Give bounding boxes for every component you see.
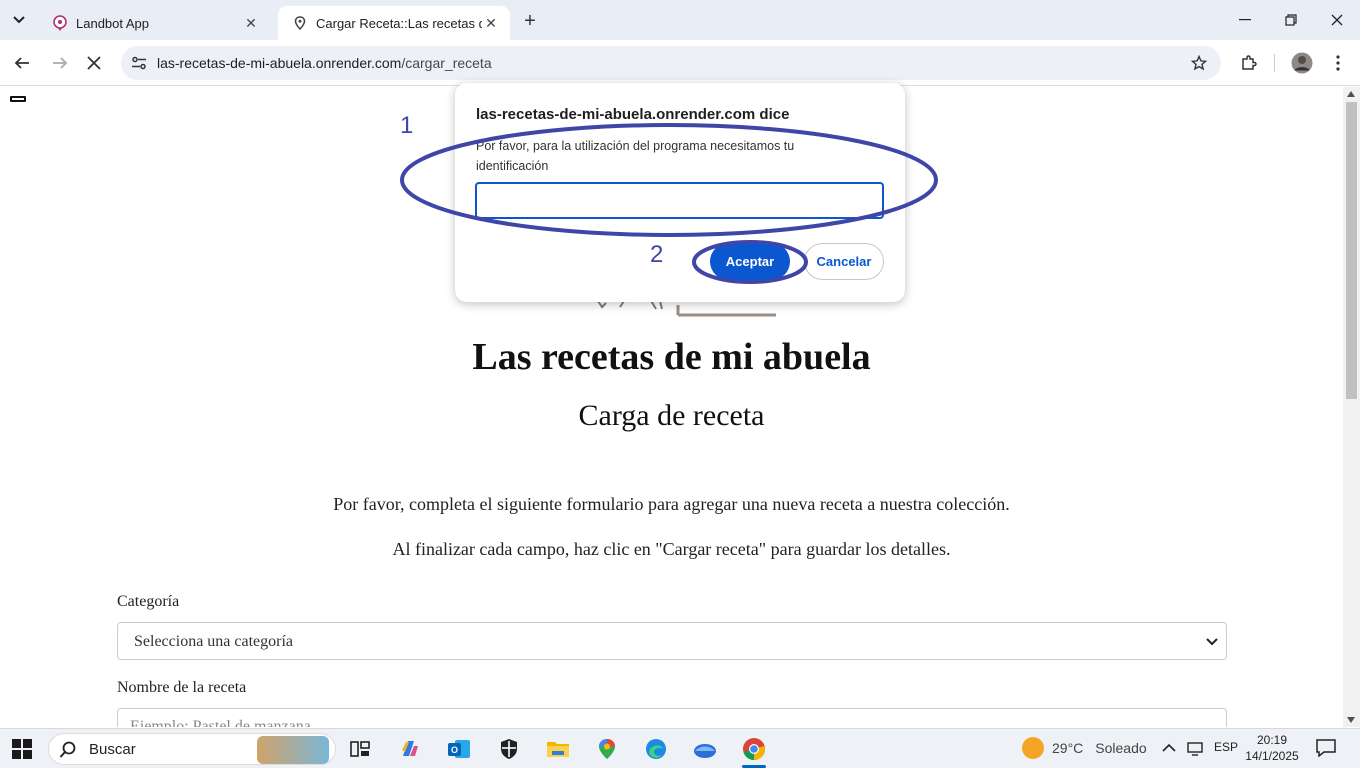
language-indicator[interactable]: ESP	[1214, 740, 1238, 754]
toolbar-divider	[1274, 54, 1275, 72]
minimize-button[interactable]	[1222, 0, 1268, 40]
tab-title: Landbot App	[76, 15, 150, 31]
clock-time: 20:19	[1256, 733, 1288, 747]
intro-text-1: Por favor, completa el siguiente formula…	[333, 494, 1010, 514]
bookmark-star-icon[interactable]	[1189, 53, 1209, 73]
taskbar-search-label: Buscar	[89, 741, 136, 758]
profile-avatar[interactable]	[1288, 49, 1316, 77]
site-settings-icon[interactable]	[129, 53, 149, 73]
hamburger-menu-icon[interactable]	[10, 96, 26, 102]
dialog-message: Por favor, para la utilización del progr…	[476, 139, 795, 173]
task-view-icon[interactable]	[344, 733, 376, 765]
arrow-right-icon	[53, 57, 68, 69]
tab-strip: Landbot App ✕ Cargar Receta::Las recetas…	[0, 0, 1360, 40]
tab-cargar-receta[interactable]: Cargar Receta::Las recetas de m ✕	[278, 6, 510, 40]
chevron-down-icon	[13, 16, 25, 24]
back-button[interactable]	[8, 49, 36, 77]
screen: Landbot App ✕ Cargar Receta::Las recetas…	[0, 0, 1360, 768]
url-path: /cargar_receta	[401, 55, 492, 71]
stop-loading-button[interactable]	[80, 49, 108, 77]
annotation-number-2: 2	[650, 241, 664, 268]
tab-title: Cargar Receta::Las recetas de m	[316, 15, 482, 31]
scroll-down-icon[interactable]	[1347, 717, 1355, 723]
windows-start-icon[interactable]	[12, 739, 32, 759]
extensions-button[interactable]	[1235, 49, 1263, 77]
close-window-button[interactable]	[1314, 0, 1360, 40]
tab-landbot[interactable]: Landbot App ✕	[38, 6, 270, 40]
url-text: las-recetas-de-mi-abuela.onrender.com/ca…	[157, 55, 492, 71]
dialog-identification-input[interactable]	[475, 182, 884, 219]
chrome-menu-button[interactable]	[1324, 49, 1352, 77]
notification-center-icon[interactable]	[1316, 739, 1336, 757]
dialog-title: las-recetas-de-mi-abuela.onrender.com di…	[476, 106, 790, 123]
weather-widget[interactable]: 29°C Soleado	[1022, 737, 1147, 759]
show-hidden-icons-button[interactable]	[1162, 741, 1176, 755]
recipe-name-label: Nombre de la receta	[117, 679, 247, 696]
tab-search-button[interactable]	[6, 7, 32, 33]
svg-text:O: O	[451, 745, 458, 755]
location-pin-icon	[292, 15, 308, 31]
search-icon	[59, 741, 76, 758]
annotation-number-1: 1	[400, 112, 414, 139]
minimize-icon	[1239, 19, 1251, 21]
clock-date: 14/1/2025	[1245, 749, 1299, 763]
outlook-icon[interactable]: O	[443, 733, 475, 765]
network-display-icon[interactable]	[1187, 740, 1203, 759]
kebab-menu-icon	[1336, 55, 1340, 71]
taskbar-clock[interactable]: 20:19 14/1/2025	[1244, 732, 1300, 764]
arrow-left-icon	[14, 57, 29, 69]
accept-button[interactable]: Aceptar	[710, 243, 790, 280]
taskbar-search-box[interactable]: Buscar	[48, 733, 336, 765]
intro-text-2: Al finalizar cada campo, haz clic en "Ca…	[392, 539, 951, 559]
scroll-up-icon[interactable]	[1347, 91, 1355, 97]
weather-app-icon[interactable]	[689, 733, 721, 765]
chevron-up-icon	[1162, 743, 1176, 752]
chevron-down-icon	[1204, 634, 1220, 650]
sun-icon	[1022, 737, 1044, 759]
page-scrollbar[interactable]	[1343, 87, 1360, 727]
copilot-icon[interactable]	[394, 733, 426, 765]
close-icon	[87, 56, 101, 70]
restore-icon	[1285, 14, 1297, 26]
category-label: Categoría	[117, 593, 180, 610]
file-explorer-icon[interactable]	[542, 733, 574, 765]
forward-button[interactable]	[46, 49, 74, 77]
search-highlight-illustration	[257, 736, 329, 764]
page-subtitle: Carga de receta	[578, 399, 765, 432]
weather-description: Soleado	[1095, 740, 1147, 756]
category-select[interactable]: Selecciona una categoría	[117, 622, 1227, 660]
landbot-favicon-icon	[52, 15, 68, 31]
security-shield-icon[interactable]	[493, 733, 525, 765]
close-icon	[1331, 14, 1343, 26]
browser-toolbar: las-recetas-de-mi-abuela.onrender.com/ca…	[0, 40, 1360, 86]
category-select-value: Selecciona una categoría	[134, 633, 294, 650]
cancel-button[interactable]: Cancelar	[804, 243, 884, 280]
recipe-name-input[interactable]	[117, 708, 1227, 727]
windows-taskbar: Buscar O 29°C Soleado ESP 20:19 14/1/202…	[0, 728, 1360, 768]
puzzle-piece-icon	[1242, 55, 1257, 70]
close-tab-icon[interactable]: ✕	[242, 14, 260, 32]
edge-icon[interactable]	[640, 733, 672, 765]
avatar-icon	[1291, 52, 1313, 74]
new-tab-button[interactable]: +	[517, 8, 543, 34]
scrollbar-thumb[interactable]	[1346, 102, 1357, 399]
maps-icon[interactable]	[591, 733, 623, 765]
prompt-dialog: las-recetas-de-mi-abuela.onrender.com di…	[455, 83, 905, 302]
url-domain: las-recetas-de-mi-abuela.onrender.com	[157, 55, 402, 71]
chrome-icon[interactable]	[738, 733, 770, 768]
page-title: Las recetas de mi abuela	[472, 336, 871, 378]
close-tab-icon[interactable]: ✕	[482, 14, 500, 32]
address-bar[interactable]: las-recetas-de-mi-abuela.onrender.com/ca…	[121, 46, 1221, 80]
weather-temperature: 29°C	[1052, 740, 1084, 756]
restore-button[interactable]	[1268, 0, 1314, 40]
